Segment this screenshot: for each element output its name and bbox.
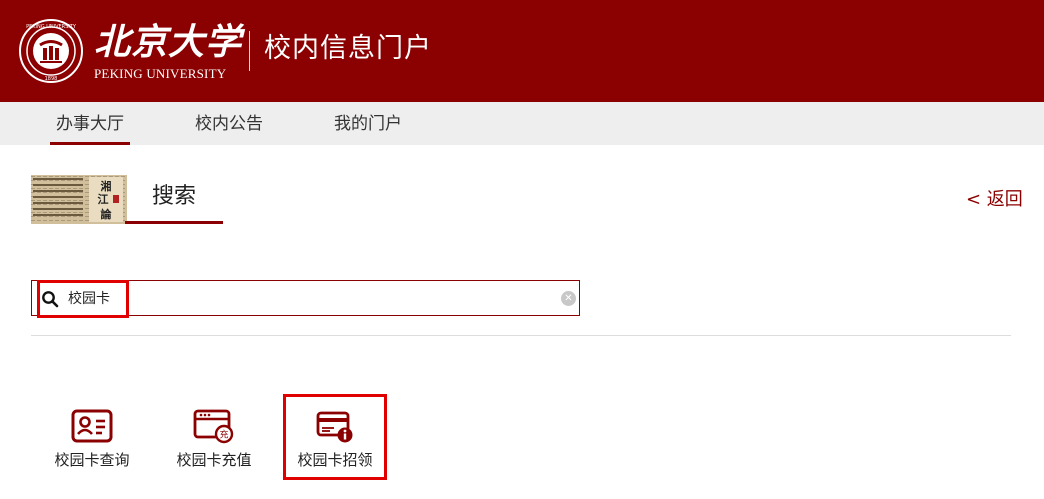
logo-text-en: PEKING UNIVERSITY: [94, 66, 227, 81]
tab-announcements[interactable]: 校内公告: [188, 102, 270, 145]
app-label: 校园卡查询: [54, 451, 130, 469]
emblem-top-text: PEKING UNIVERSITY: [26, 24, 77, 30]
main-nav: 办事大厅 校内公告 我的门户: [0, 102, 1044, 145]
svg-text:論: 論: [101, 207, 113, 221]
tab-my-portal[interactable]: 我的门户: [327, 102, 409, 145]
svg-text:江: 江: [98, 192, 109, 206]
search-input[interactable]: [68, 283, 548, 313]
svg-text:充: 充: [219, 429, 228, 441]
pku-emblem-icon: PEKING UNIVERSITY 1898: [19, 19, 83, 83]
search-box[interactable]: ✕: [31, 280, 580, 316]
header-divider: [249, 31, 250, 71]
card-recharge-icon: 充: [193, 409, 234, 444]
app-card-query[interactable]: 校园卡查询: [44, 400, 140, 478]
app-label: 校园卡招领: [297, 451, 373, 469]
search-icon[interactable]: [41, 290, 59, 308]
svg-text:湘: 湘: [101, 179, 112, 193]
app-label: 校园卡充值: [176, 451, 252, 469]
logo-text-cn: 北京大学: [94, 21, 243, 63]
clear-icon[interactable]: ✕: [561, 291, 576, 306]
section-thumbnail: 湘 江 論: [31, 175, 127, 224]
id-card-icon: [71, 409, 113, 443]
title-underline: [125, 221, 223, 224]
app-card-recharge[interactable]: 充 校园卡充值: [166, 400, 262, 478]
portal-title: 校内信息门户: [264, 33, 432, 64]
app-card-lost-found[interactable]: 校园卡招领: [287, 400, 383, 478]
page-title: 搜索: [152, 184, 197, 209]
back-link[interactable]: < 返回: [966, 188, 1023, 212]
tab-service-hall[interactable]: 办事大厅: [50, 102, 130, 145]
section-divider: [31, 335, 1011, 336]
card-lost-found-icon: [316, 411, 353, 443]
top-header: PEKING UNIVERSITY 1898 北京大学 PEKING UNIVE…: [0, 0, 1044, 102]
emblem-year-text: 1898: [45, 76, 58, 82]
